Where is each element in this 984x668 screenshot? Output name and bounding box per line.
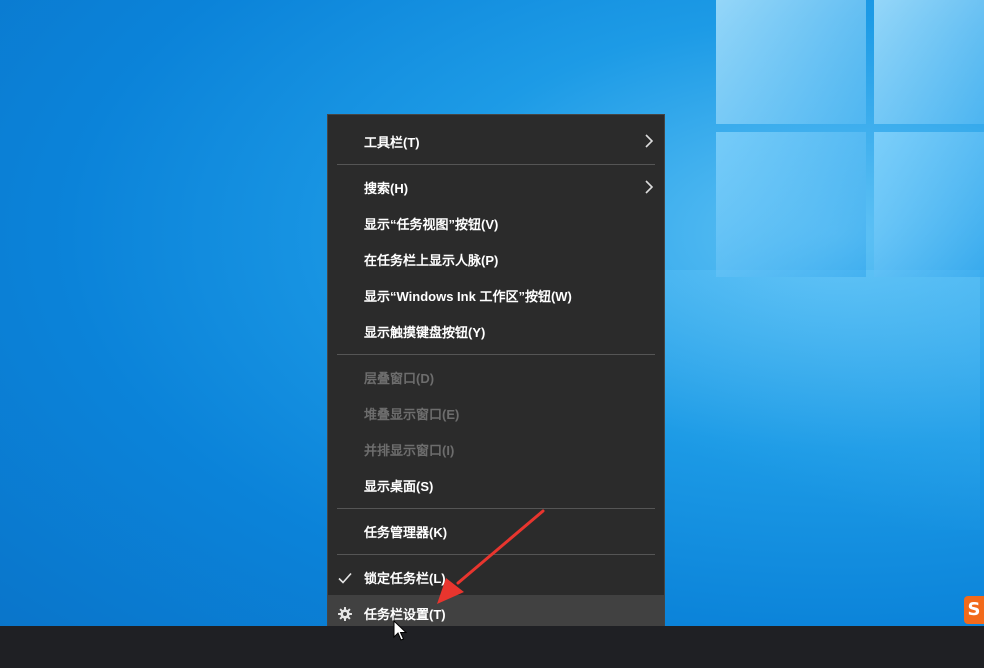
menu-item-label: 并排显示窗口(I) bbox=[364, 442, 455, 458]
menu-item-label: 工具栏(T) bbox=[364, 134, 420, 150]
menu-item-stack-windows: 堆叠显示窗口(E) bbox=[328, 395, 664, 431]
menu-item-label: 显示“任务视图”按钮(V) bbox=[364, 216, 499, 232]
checkmark-icon bbox=[338, 572, 352, 584]
menu-item-label: 显示桌面(S) bbox=[364, 478, 434, 494]
wallpaper-logo-pane bbox=[716, 0, 866, 124]
menu-item-label: 搜索(H) bbox=[364, 180, 409, 196]
taskbar[interactable] bbox=[0, 626, 984, 668]
menu-item-task-manager[interactable]: 任务管理器(K) bbox=[328, 513, 664, 549]
menu-item-search[interactable]: 搜索(H) bbox=[328, 169, 664, 205]
chevron-right-icon bbox=[645, 180, 654, 194]
menu-separator bbox=[337, 164, 655, 165]
menu-item-label: 任务管理器(K) bbox=[364, 524, 448, 540]
menu-item-side-by-side-windows: 并排显示窗口(I) bbox=[328, 431, 664, 467]
wallpaper-logo-pane bbox=[874, 132, 984, 277]
menu-item-show-desktop[interactable]: 显示桌面(S) bbox=[328, 467, 664, 503]
menu-separator bbox=[337, 508, 655, 509]
menu-item-label: 在任务栏上显示人脉(P) bbox=[364, 252, 499, 268]
menu-item-lock-taskbar[interactable]: 锁定任务栏(L) bbox=[328, 559, 664, 595]
menu-item-show-task-view-button[interactable]: 显示“任务视图”按钮(V) bbox=[328, 205, 664, 241]
wallpaper-logo-pane bbox=[874, 0, 984, 124]
menu-separator bbox=[337, 554, 655, 555]
menu-item-cascade-windows: 层叠窗口(D) bbox=[328, 359, 664, 395]
menu-item-label: 锁定任务栏(L) bbox=[364, 570, 446, 586]
wallpaper-logo-pane bbox=[716, 132, 866, 277]
watermark-logo: S bbox=[964, 596, 984, 624]
gear-icon bbox=[338, 607, 352, 621]
menu-item-show-people[interactable]: 在任务栏上显示人脉(P) bbox=[328, 241, 664, 277]
menu-item-label: 层叠窗口(D) bbox=[364, 370, 435, 386]
menu-item-show-windows-ink-button[interactable]: 显示“Windows Ink 工作区”按钮(W) bbox=[328, 277, 664, 313]
menu-item-label: 堆叠显示窗口(E) bbox=[364, 406, 460, 422]
menu-item-toolbars[interactable]: 工具栏(T) bbox=[328, 123, 664, 159]
menu-item-label: 显示触摸键盘按钮(Y) bbox=[364, 324, 486, 340]
chevron-right-icon bbox=[645, 134, 654, 148]
menu-item-show-touch-keyboard-button[interactable]: 显示触摸键盘按钮(Y) bbox=[328, 313, 664, 349]
mouse-pointer-icon bbox=[393, 620, 407, 641]
menu-separator bbox=[337, 354, 655, 355]
menu-item-label: 显示“Windows Ink 工作区”按钮(W) bbox=[364, 288, 572, 304]
taskbar-context-menu: 工具栏(T) 搜索(H) 显示“任务视图”按钮(V) 在任务栏上显示人脉(P) … bbox=[327, 114, 665, 631]
